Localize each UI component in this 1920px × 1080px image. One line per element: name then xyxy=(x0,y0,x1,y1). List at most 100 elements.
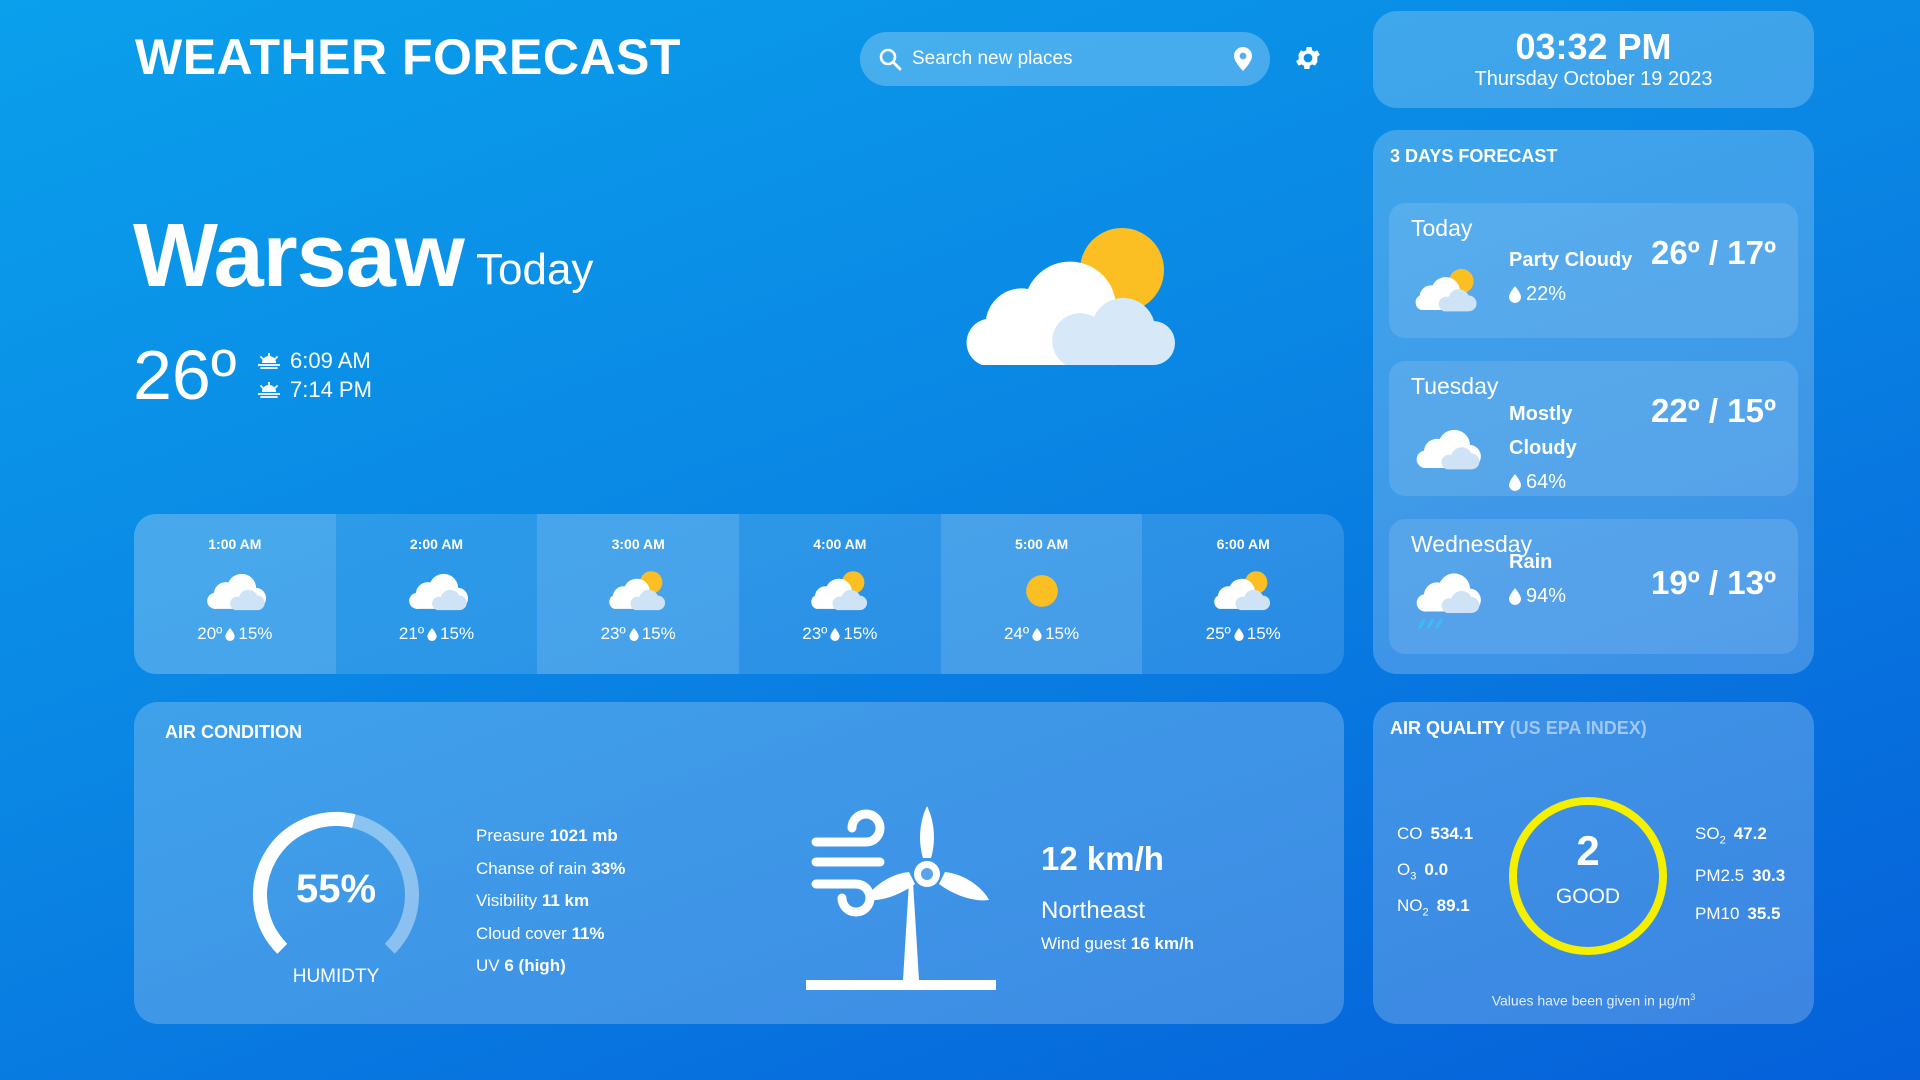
raindrop-icon xyxy=(1234,628,1244,641)
day-card-today[interactable]: Today Party Cloudy 22% 26º / 17º xyxy=(1389,203,1798,338)
aq-footnote: Values have been given in µg/m3 xyxy=(1373,992,1814,1009)
hour-meta: 25º 15% xyxy=(1206,624,1281,644)
uv-row: UV 6 (high) xyxy=(476,950,625,983)
detail-label: Visibility xyxy=(476,891,538,910)
hour-meta: 23º 15% xyxy=(802,624,877,644)
detail-label: Preasure xyxy=(476,826,545,845)
air-condition-panel: AIR CONDITION 55% HUMIDTY Preasure 1021 … xyxy=(134,702,1344,1024)
day-card-tuesday[interactable]: Tuesday Mostly Cloudy 64% 22º / 15º xyxy=(1389,361,1798,496)
detail-label: Chanse of rain xyxy=(476,858,587,878)
hour-rain: 15% xyxy=(238,624,273,643)
sun-icon xyxy=(1009,566,1075,616)
aq-value: 47.2 xyxy=(1733,824,1767,843)
partly-cloudy-icon xyxy=(605,566,671,616)
aq-title-suffix: (US EPA INDEX) xyxy=(1509,718,1647,738)
air-details: Preasure 1021 mb Chanse of rain 33% Visi… xyxy=(476,820,625,983)
aq-status: GOOD xyxy=(1555,885,1621,908)
sunrise-time: 6:09 AM xyxy=(290,348,371,373)
humidity-value: 55% xyxy=(295,867,377,911)
aq-label: O xyxy=(1397,860,1411,879)
condition-text: Mostly Cloudy xyxy=(1509,403,1577,459)
sunset-time: 7:14 PM xyxy=(290,377,372,402)
aq-value: 30.3 xyxy=(1752,866,1786,885)
map-pin-icon[interactable] xyxy=(1234,47,1252,71)
clock-date: Thursday October 19 2023 xyxy=(1474,68,1713,90)
hour-temp: 25º xyxy=(1205,624,1231,643)
hour-temp: 23º xyxy=(802,624,828,643)
aq-value: 35.5 xyxy=(1747,904,1781,923)
forecast-title: 3 DAYS FORECAST xyxy=(1390,146,1558,166)
raindrop-icon xyxy=(1509,286,1521,303)
aq-label: PM10 xyxy=(1695,904,1740,923)
partly-cloudy-icon xyxy=(807,566,873,616)
hour-card[interactable]: 2:00 AM 21º 15% xyxy=(335,514,538,674)
hour-card[interactable]: 5:00 AM 24º 15% xyxy=(940,514,1143,674)
sunset-icon xyxy=(258,382,280,398)
hour-temp: 23º xyxy=(600,624,626,643)
aq-index: 2 xyxy=(1576,827,1600,874)
search-input[interactable] xyxy=(912,48,1234,70)
day-label: Today xyxy=(476,245,594,294)
raindrop-icon xyxy=(830,628,840,641)
hour-card[interactable]: 4:00 AM 23º 15% xyxy=(739,514,941,674)
day-name: Tuesday xyxy=(1411,373,1499,399)
city-name: Warsaw xyxy=(133,206,465,306)
rain-chance: 64% xyxy=(1526,471,1567,493)
day-condition: Rain 94% xyxy=(1509,545,1644,613)
day-rain: 64% xyxy=(1509,465,1589,499)
raindrop-icon xyxy=(1509,474,1521,491)
aq-pm10: PM10 35.5 xyxy=(1695,904,1781,924)
search-bar[interactable] xyxy=(860,32,1270,86)
day-temp: 22º / 15º xyxy=(1651,392,1777,429)
hour-temp: 20º xyxy=(197,624,223,643)
condition-text: Party Cloudy xyxy=(1509,249,1633,271)
raindrop-icon xyxy=(1509,588,1521,605)
partly-cloudy-icon xyxy=(1210,566,1276,616)
day-temp: 19º / 13º xyxy=(1651,564,1777,601)
cloud-icon xyxy=(404,566,470,616)
hour-meta: 21º 15% xyxy=(399,624,474,644)
day-condition: Mostly Cloudy 64% xyxy=(1509,397,1589,499)
partly-cloudy-icon xyxy=(966,228,1176,366)
day-rain: 22% xyxy=(1509,277,1644,311)
hour-card[interactable]: 6:00 AM 25º 15% xyxy=(1142,514,1344,674)
raindrop-icon xyxy=(427,628,437,641)
hour-time: 3:00 AM xyxy=(611,536,665,552)
wind-turbine-icon xyxy=(806,806,996,990)
aq-sub: 2 xyxy=(1719,834,1726,847)
condition-text: Rain xyxy=(1509,551,1553,573)
sunset-row: 7:14 PM xyxy=(258,377,372,403)
air-quality-title: AIR QUALITY (US EPA INDEX) xyxy=(1390,718,1647,739)
air-condition-title: AIR CONDITION xyxy=(165,722,302,742)
clock-time: 03:32 PM xyxy=(1515,26,1672,67)
three-day-forecast: 3 DAYS FORECAST Today Party Cloudy 22% 2… xyxy=(1373,130,1814,674)
wind-gust-value: 16 km/h xyxy=(1130,934,1195,953)
hour-card[interactable]: 3:00 AM 23º 15% xyxy=(537,514,740,674)
aq-o3: O3 0.0 xyxy=(1397,860,1448,882)
hour-rain: 15% xyxy=(1045,624,1080,643)
aq-pm25: PM2.5 30.3 xyxy=(1695,866,1785,886)
aq-sub: 3 xyxy=(1410,870,1417,883)
hour-rain: 15% xyxy=(843,624,878,643)
detail-value: 33% xyxy=(591,858,626,878)
hour-temp: 24º xyxy=(1003,624,1030,643)
aq-footnote-sup: 3 xyxy=(1690,992,1696,1002)
rain-chance: 22% xyxy=(1526,283,1567,305)
raindrop-icon xyxy=(225,628,235,641)
aq-sub: 2 xyxy=(1422,906,1429,919)
wind-speed: 12 km/h xyxy=(1041,840,1164,877)
wind-direction: Northeast xyxy=(1041,897,1146,924)
day-temp: 26º / 17º xyxy=(1651,234,1777,271)
day-card-wednesday[interactable]: Wednesday Rain 94% 19º / 13º xyxy=(1389,519,1798,654)
hour-card[interactable]: 1:00 AM 20º 15% xyxy=(134,514,336,674)
hour-meta: 24º 15% xyxy=(1004,624,1079,644)
hour-rain: 15% xyxy=(641,624,676,643)
aq-value: 89.1 xyxy=(1436,896,1470,915)
hour-rain: 15% xyxy=(440,624,475,643)
aq-value: 534.1 xyxy=(1430,824,1474,843)
detail-value: 1021 mb xyxy=(549,826,618,845)
hour-time: 1:00 AM xyxy=(208,536,262,552)
gear-icon[interactable] xyxy=(1293,43,1323,73)
app-title: WEATHER FORECAST xyxy=(135,29,681,85)
sunrise-icon xyxy=(258,353,280,369)
